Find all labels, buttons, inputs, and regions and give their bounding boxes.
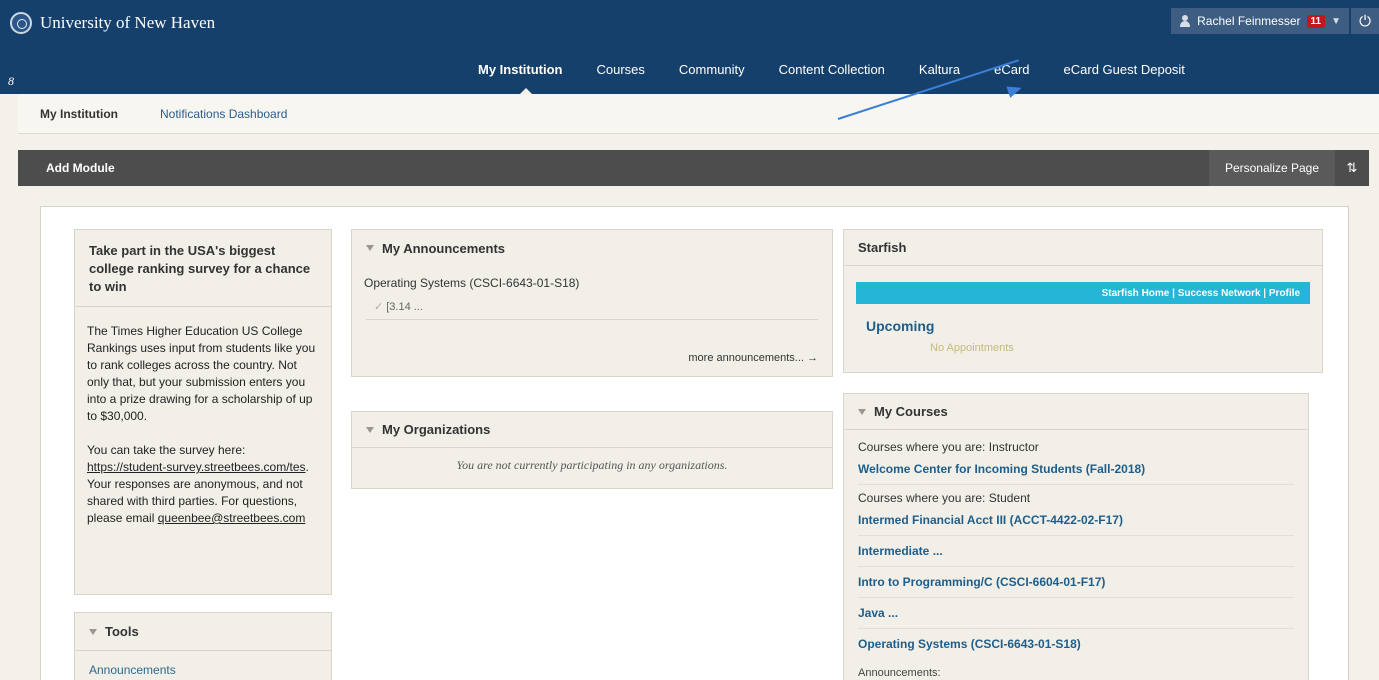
tab-courses[interactable]: Courses [580,62,662,78]
course-link[interactable]: Intermediate ... [858,536,1294,567]
edit-mark: 8 [8,74,14,88]
starfish-upcoming: Upcoming [866,318,935,334]
tools-header[interactable]: Tools [75,613,331,651]
tab-ecard-guest-deposit[interactable]: eCard Guest Deposit [1047,62,1202,78]
course-link[interactable]: Operating Systems (CSCI-6643-01-S18) [858,629,1294,659]
announcement-item[interactable]: ✓ [3.14 ... [366,296,818,320]
collapse-triangle-icon[interactable] [858,408,866,415]
logout-button[interactable]: ⏻ [1351,8,1379,34]
notification-badge: 11 [1306,14,1326,28]
survey-promo-module: Take part in the USA's biggest college r… [74,229,332,595]
user-icon [1179,15,1191,27]
chevron-down-icon: ▼ [1331,15,1341,27]
tools-title: Tools [105,624,139,639]
university-seal-icon [10,12,32,34]
sub-nav: My Institution Notifications Dashboard [18,94,1379,134]
announcements-header[interactable]: My Announcements [352,230,832,266]
promo-paragraph: The Times Higher Education US College Ra… [87,324,316,423]
promo-paragraph-survey: You can take the survey here: https://st… [87,442,319,527]
user-menu: Rachel Feinmesser 11 ▼ ⏻ [1171,8,1379,34]
promo-body: The Times Higher Education US College Ra… [75,307,331,527]
organizations-title: My Organizations [382,422,491,437]
starfish-module: Starfish Starfish Home | Success Network… [843,229,1323,373]
survey-link[interactable]: https://student-survey.streetbees.com/te… [87,460,306,474]
course-link[interactable]: Intro to Programming/C (CSCI-6604-01-F17… [858,567,1294,598]
global-header: University of New Haven 8 Rachel Feinmes… [0,0,1379,96]
my-courses-title: My Courses [874,404,948,419]
starfish-links-bar[interactable]: Starfish Home | Success Network | Profil… [856,282,1310,304]
starfish-no-appointments: No Appointments [930,342,1014,354]
promo-text: You can take the survey here: [87,443,246,457]
course-link[interactable]: Welcome Center for Incoming Students (Fa… [858,454,1294,485]
user-menu-button[interactable]: Rachel Feinmesser 11 ▼ [1171,8,1349,34]
user-name: Rachel Feinmesser [1197,14,1301,28]
institution-brand[interactable]: University of New Haven [10,12,215,34]
main-nav: My Institution Courses Community Content… [478,62,1202,96]
collapse-triangle-icon[interactable] [366,426,374,433]
announcement-item-text: [3.14 ... [386,301,423,313]
tab-community[interactable]: Community [662,62,762,78]
subnav-title[interactable]: My Institution [40,107,118,121]
instructor-courses-label: Courses where you are: Instructor [858,440,1039,454]
organizations-empty-message: You are not currently participating in a… [456,458,728,472]
course-link[interactable]: Intermed Financial Acct III (ACCT-4422-0… [858,505,1294,536]
starfish-header[interactable]: Starfish [844,230,1322,266]
content-area: Take part in the USA's biggest college r… [40,206,1349,680]
tools-announcements-link[interactable]: Announcements [75,651,331,680]
institution-name: University of New Haven [40,13,216,32]
my-courses-header[interactable]: My Courses [844,394,1308,430]
organizations-module: My Organizations You are not currently p… [351,411,833,489]
organizations-header[interactable]: My Organizations [352,412,832,448]
add-module-button[interactable]: Add Module [46,161,115,175]
notifications-dashboard-link[interactable]: Notifications Dashboard [160,107,287,121]
tools-module: Tools Announcements [74,612,332,680]
tab-my-institution[interactable]: My Institution [478,62,580,96]
tab-content-collection[interactable]: Content Collection [762,62,902,78]
more-announcements-link[interactable]: more announcements... → [688,352,818,364]
reorder-icon[interactable]: ⇅ [1335,160,1369,176]
power-icon: ⏻ [1359,12,1371,30]
personalize-page-button[interactable]: Personalize Page [1208,150,1335,186]
announcements-module: My Announcements Operating Systems (CSCI… [351,229,833,377]
announcements-title: My Announcements [382,240,506,256]
student-courses-label: Courses where you are: Student [858,491,1031,505]
promo-heading: Take part in the USA's biggest college r… [75,230,331,307]
collapse-triangle-icon[interactable] [89,628,97,635]
module-toolbar: Add Module Personalize Page ⇅ [18,150,1369,186]
bullet-icon: ✓ [374,301,384,313]
course-link[interactable]: Java ... [858,598,1294,629]
collapse-triangle-icon[interactable] [366,245,374,251]
course-announcements-label: Announcements: [858,667,941,679]
module-toolbar-right: Personalize Page ⇅ [1208,150,1369,186]
email-link[interactable]: queenbee@streetbees.com [158,511,306,525]
my-courses-module: My Courses Courses where you are: Instru… [843,393,1309,680]
starfish-title: Starfish [858,240,907,255]
